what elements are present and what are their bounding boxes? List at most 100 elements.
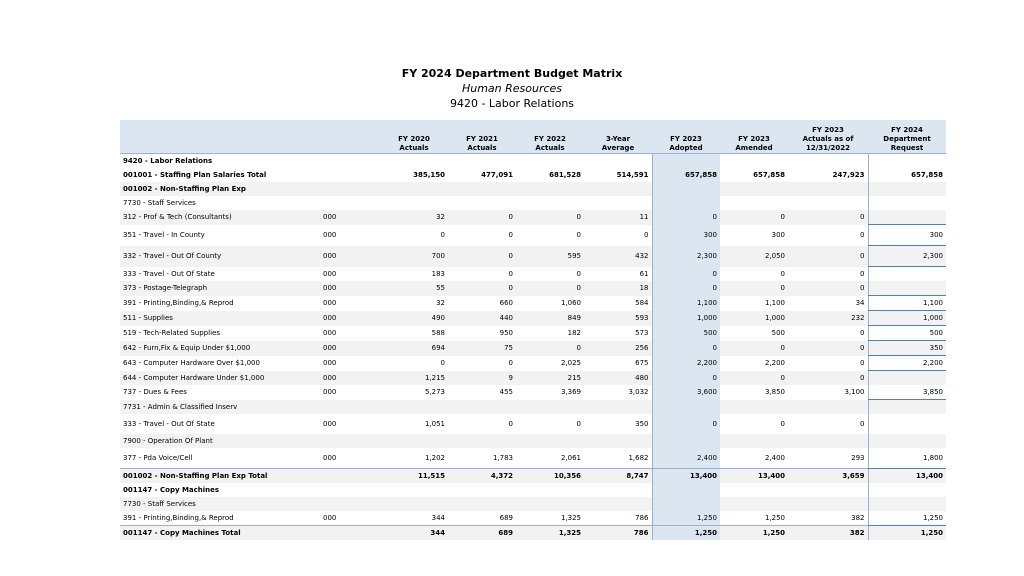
value-cell: 0 bbox=[780, 420, 785, 428]
value-cell: 0 bbox=[788, 281, 868, 296]
value-cell bbox=[584, 399, 652, 414]
fund-code: 000 bbox=[323, 269, 337, 278]
value-cell: 3,850 bbox=[764, 388, 785, 397]
request-cell[interactable] bbox=[867, 182, 946, 196]
request-cell[interactable]: 1,250 bbox=[867, 511, 946, 526]
fund-code bbox=[320, 196, 380, 210]
value-cell: 1,215 bbox=[380, 370, 448, 385]
value-cell bbox=[380, 196, 448, 210]
table-row: 391 - Printing,Binding,& Reprod 000 32 660 1… bbox=[120, 295, 946, 311]
value-cell: 2,400 bbox=[651, 448, 720, 469]
row-label: 001002 - Non-Staffing Plan Exp Total bbox=[120, 468, 320, 483]
value-cell: 2,200 bbox=[764, 359, 785, 367]
value-cell bbox=[651, 196, 720, 210]
request-cell[interactable]: 300 bbox=[867, 224, 946, 246]
value-cell: 490 bbox=[380, 310, 448, 326]
value-cell bbox=[448, 497, 516, 511]
value-cell: 0 bbox=[448, 281, 516, 296]
value-cell: 2,061 bbox=[560, 454, 581, 462]
value-cell bbox=[720, 483, 788, 497]
fund-code bbox=[320, 182, 380, 196]
request-cell[interactable] bbox=[867, 281, 946, 296]
value-cell: 0 bbox=[508, 420, 513, 428]
request-cell[interactable] bbox=[867, 210, 946, 225]
request-cell[interactable]: 1,250 bbox=[867, 525, 946, 540]
request-cell[interactable] bbox=[867, 434, 946, 448]
value-cell: 0 bbox=[576, 420, 581, 428]
row-label: 333 - Travel - Out Of State bbox=[123, 269, 215, 278]
value-cell: 256 bbox=[584, 340, 652, 356]
value-cell: 0 bbox=[720, 340, 788, 356]
table-row: 332 - Travel - Out Of County 000 700 0 595 43… bbox=[120, 245, 946, 267]
value-cell bbox=[448, 399, 516, 414]
request-cell[interactable]: 1,000 bbox=[867, 310, 946, 326]
row-label: 642 - Furn,Fix & Equip Under $1,000 bbox=[120, 340, 320, 356]
value-cell: 1,783 bbox=[492, 454, 513, 462]
request-cell[interactable] bbox=[867, 497, 946, 511]
value-cell: 480 bbox=[584, 370, 652, 385]
value-cell: 8,747 bbox=[584, 468, 652, 483]
request-cell[interactable] bbox=[867, 414, 946, 434]
value-cell: 11 bbox=[584, 210, 652, 225]
column-header bbox=[320, 120, 380, 154]
value-cell bbox=[448, 182, 516, 196]
request-cell[interactable]: 3,850 bbox=[867, 385, 946, 400]
value-cell bbox=[788, 483, 868, 497]
request-cell[interactable]: 2,200 bbox=[867, 355, 946, 371]
value-cell: 689 bbox=[499, 514, 513, 522]
request-cell[interactable] bbox=[867, 266, 946, 281]
value-cell: 1,100 bbox=[764, 299, 785, 307]
fund-code bbox=[320, 154, 380, 169]
column-header bbox=[120, 120, 320, 154]
value-cell: 3,600 bbox=[651, 385, 720, 400]
request-cell[interactable] bbox=[867, 483, 946, 497]
table-row: 511 - Supplies 000 490 440 849 593 1,000 1,000 2… bbox=[120, 310, 946, 326]
value-cell: 657,858 bbox=[651, 168, 720, 182]
value-cell: 2,200 bbox=[651, 355, 720, 371]
value-cell: 0 bbox=[860, 329, 865, 337]
table-row: 373 - Postage-Telegraph 000 55 0 0 18 0 0 0 bbox=[120, 281, 946, 296]
request-cell[interactable]: 500 bbox=[867, 325, 946, 341]
value-cell: 300 bbox=[771, 231, 785, 239]
value-cell: 0 bbox=[516, 340, 584, 356]
value-cell: 1,250 bbox=[720, 525, 788, 540]
request-cell[interactable]: 350 bbox=[867, 340, 946, 356]
request-cell[interactable]: 2,300 bbox=[867, 245, 946, 267]
request-cell[interactable]: 1,800 bbox=[867, 448, 946, 469]
value-cell: 2,025 bbox=[560, 359, 581, 367]
value-cell: 344 bbox=[380, 525, 448, 540]
value-cell: 0 bbox=[860, 269, 865, 278]
value-cell bbox=[651, 434, 720, 448]
fund-code bbox=[320, 168, 380, 182]
value-cell bbox=[380, 154, 448, 169]
request-cell[interactable]: 13,400 bbox=[867, 468, 946, 483]
value-cell: 0 bbox=[788, 245, 868, 267]
value-cell: 0 bbox=[516, 210, 584, 225]
value-cell bbox=[584, 154, 652, 169]
value-cell: 18 bbox=[584, 281, 652, 296]
report-title: FY 2024 Department Budget Matrix bbox=[401, 67, 623, 80]
value-cell: 5,273 bbox=[424, 388, 445, 397]
table-row: 391 - Printing,Binding,& Reprod 000 344 689… bbox=[120, 511, 946, 526]
value-cell: 584 bbox=[635, 299, 649, 307]
fund-code: 000 bbox=[323, 388, 337, 397]
fund-code: 000 bbox=[323, 514, 337, 522]
request-cell[interactable]: 1,100 bbox=[867, 295, 946, 311]
request-cell[interactable] bbox=[867, 399, 946, 414]
table-header-row: FY 2020 Actuals FY 2021 Actuals FY 2022 Actua… bbox=[120, 120, 946, 154]
request-cell[interactable] bbox=[867, 370, 946, 385]
fund-code: 000 bbox=[323, 299, 337, 307]
value-cell bbox=[584, 483, 652, 497]
value-cell: 0 bbox=[720, 370, 788, 385]
request-cell[interactable]: 657,858 bbox=[867, 168, 946, 182]
value-cell: 0 bbox=[720, 210, 788, 225]
value-cell bbox=[720, 196, 788, 210]
table-row: 001001 - Staffing Plan Salaries Total 385… bbox=[120, 168, 946, 182]
value-cell: 293 bbox=[851, 454, 865, 462]
value-cell: 0 bbox=[651, 266, 720, 281]
request-cell[interactable] bbox=[867, 196, 946, 210]
value-cell: 385,150 bbox=[413, 171, 445, 179]
request-cell[interactable] bbox=[867, 153, 946, 168]
value-cell: 0 bbox=[651, 210, 720, 225]
fund-code: 000 bbox=[320, 370, 380, 385]
